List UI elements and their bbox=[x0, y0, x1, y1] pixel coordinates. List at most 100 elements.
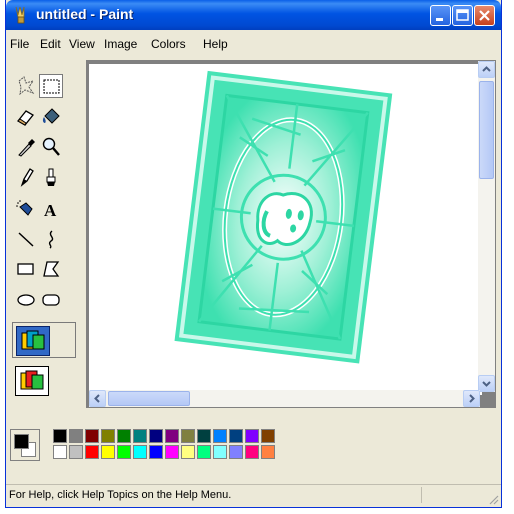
status-help-text: For Help, click Help Topics on the Help … bbox=[9, 489, 232, 501]
palette-swatch[interactable] bbox=[229, 429, 243, 443]
palette-swatch[interactable] bbox=[133, 429, 147, 443]
palette-swatch[interactable] bbox=[53, 445, 67, 459]
resize-grip-icon[interactable] bbox=[487, 493, 499, 505]
fill-icon bbox=[42, 108, 60, 124]
scroll-up-button[interactable] bbox=[478, 61, 495, 78]
pencil-tool[interactable] bbox=[14, 165, 38, 189]
scroll-left-button[interactable] bbox=[89, 390, 106, 407]
airbrush-tool[interactable] bbox=[14, 197, 38, 221]
window-title: untitled - Paint bbox=[36, 6, 134, 22]
palette-swatch[interactable] bbox=[213, 429, 227, 443]
palette-swatch[interactable] bbox=[149, 445, 163, 459]
palette-swatch[interactable] bbox=[53, 429, 67, 443]
palette-swatch[interactable] bbox=[133, 445, 147, 459]
rectangle-tool[interactable] bbox=[14, 257, 38, 281]
tool-options-box bbox=[12, 322, 76, 358]
vertical-scroll-thumb[interactable] bbox=[479, 81, 494, 179]
palette-swatch[interactable] bbox=[229, 445, 243, 459]
curve-tool[interactable] bbox=[39, 227, 63, 251]
palette-swatch[interactable] bbox=[197, 429, 211, 443]
palette-swatch[interactable] bbox=[245, 445, 259, 459]
chevron-left-icon bbox=[94, 394, 100, 403]
close-icon bbox=[479, 10, 490, 21]
rounded-rectangle-tool[interactable] bbox=[39, 288, 63, 312]
brush-tool[interactable] bbox=[39, 165, 63, 189]
select-tool[interactable] bbox=[39, 74, 63, 98]
palette-swatch[interactable] bbox=[117, 445, 131, 459]
palette-swatch[interactable] bbox=[85, 429, 99, 443]
menu-edit[interactable]: Edit bbox=[40, 37, 61, 51]
menu-help[interactable]: Help bbox=[203, 37, 228, 51]
scroll-down-button[interactable] bbox=[478, 375, 495, 392]
chevron-right-icon bbox=[469, 394, 475, 403]
pencil-icon bbox=[20, 168, 34, 187]
opaque-shapes-icon bbox=[21, 330, 45, 350]
minimize-icon bbox=[436, 18, 443, 21]
menu-colors[interactable]: Colors bbox=[151, 37, 186, 51]
ellipse-icon bbox=[17, 294, 35, 306]
menu-view[interactable]: View bbox=[69, 37, 95, 51]
menu-file[interactable]: File bbox=[10, 37, 29, 51]
palette-swatch[interactable] bbox=[181, 445, 195, 459]
palette-swatch[interactable] bbox=[149, 429, 163, 443]
palette-swatch[interactable] bbox=[69, 429, 83, 443]
brush-icon bbox=[46, 168, 56, 186]
paint-window: untitled - Paint File Edit View Image Co… bbox=[5, 0, 502, 508]
rectangle-icon bbox=[17, 263, 34, 275]
palette-swatch[interactable] bbox=[101, 429, 115, 443]
minimize-button[interactable] bbox=[430, 5, 451, 26]
ellipse-tool[interactable] bbox=[14, 288, 38, 312]
drawn-card-image bbox=[174, 70, 393, 364]
palette-swatch[interactable] bbox=[261, 445, 275, 459]
curve-icon bbox=[48, 230, 54, 249]
eraser-tool[interactable] bbox=[14, 105, 38, 129]
palette-swatch[interactable] bbox=[69, 445, 83, 459]
palette-swatch[interactable] bbox=[101, 445, 115, 459]
free-form-select-icon bbox=[18, 76, 35, 96]
palette-swatch[interactable] bbox=[245, 429, 259, 443]
status-bar: For Help, click Help Topics on the Help … bbox=[6, 484, 501, 507]
tool-box: A bbox=[6, 60, 82, 405]
select-icon bbox=[43, 79, 60, 94]
menu-bar: File Edit View Image Colors Help bbox=[6, 34, 501, 54]
maximize-button[interactable] bbox=[452, 5, 473, 26]
line-icon bbox=[18, 232, 34, 247]
horizontal-scroll-thumb[interactable] bbox=[108, 391, 190, 406]
palette-swatch[interactable] bbox=[165, 445, 179, 459]
rounded-rectangle-icon bbox=[42, 294, 60, 306]
foreground-color-swatch bbox=[14, 434, 29, 449]
polygon-icon bbox=[43, 261, 60, 277]
status-divider bbox=[421, 487, 422, 503]
canvas-area bbox=[86, 60, 496, 408]
palette-swatch[interactable] bbox=[181, 429, 195, 443]
polygon-tool[interactable] bbox=[39, 257, 63, 281]
title-bar[interactable]: untitled - Paint bbox=[6, 0, 501, 30]
palette-swatch[interactable] bbox=[117, 429, 131, 443]
magnifier-icon bbox=[42, 137, 60, 156]
free-form-select-tool[interactable] bbox=[14, 74, 38, 98]
line-tool[interactable] bbox=[14, 227, 38, 251]
palette-swatch[interactable] bbox=[165, 429, 179, 443]
airbrush-icon bbox=[16, 200, 33, 216]
text-icon: A bbox=[44, 201, 57, 220]
horizontal-scrollbar[interactable] bbox=[89, 390, 480, 407]
text-tool[interactable]: A bbox=[39, 197, 63, 221]
eraser-icon bbox=[17, 110, 34, 126]
paint-app-icon bbox=[15, 6, 25, 24]
pick-color-icon bbox=[18, 139, 35, 157]
vertical-scrollbar[interactable] bbox=[478, 61, 495, 392]
menu-image[interactable]: Image bbox=[104, 37, 137, 51]
scroll-right-button[interactable] bbox=[463, 390, 480, 407]
palette-swatch[interactable] bbox=[213, 445, 227, 459]
opaque-option[interactable] bbox=[16, 326, 50, 356]
palette-swatch[interactable] bbox=[197, 445, 211, 459]
close-button[interactable] bbox=[474, 5, 495, 26]
fill-tool[interactable] bbox=[39, 105, 63, 129]
palette-swatch[interactable] bbox=[261, 429, 275, 443]
current-colors-box[interactable] bbox=[10, 429, 40, 461]
transparent-option[interactable] bbox=[15, 366, 49, 396]
pick-color-tool[interactable] bbox=[14, 135, 38, 159]
palette-swatch[interactable] bbox=[85, 445, 99, 459]
drawing-canvas[interactable] bbox=[89, 64, 482, 395]
magnifier-tool[interactable] bbox=[39, 135, 63, 159]
